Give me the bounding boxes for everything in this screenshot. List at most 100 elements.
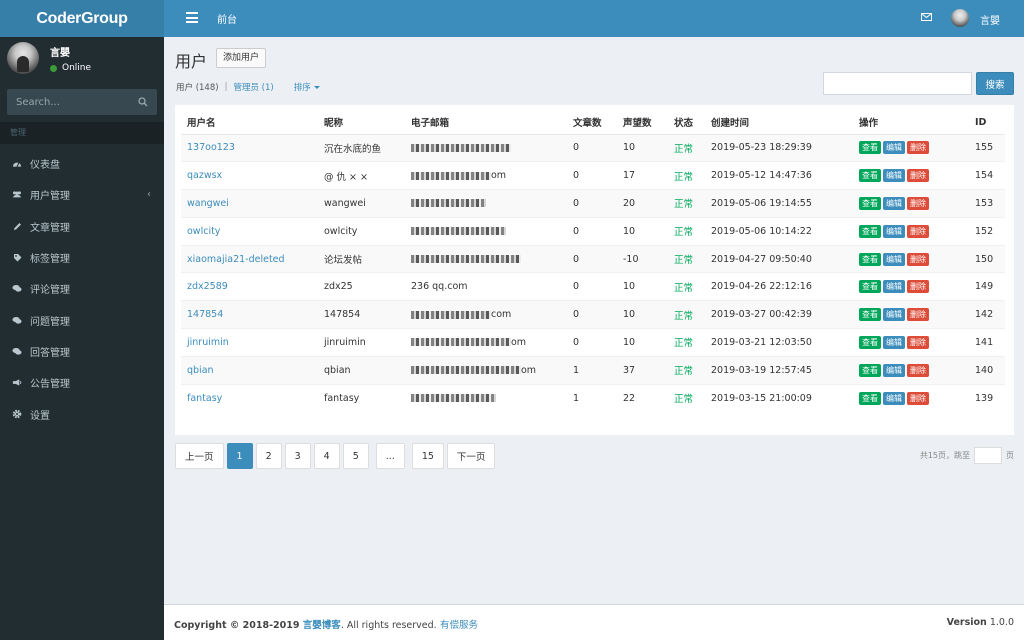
page-2-button[interactable]: 2 (255, 443, 282, 469)
sidebar-item-tags[interactable]: 标签管理 (0, 242, 164, 273)
page-4-button[interactable]: 4 (313, 443, 340, 469)
prev-page-button[interactable]: 上一页 (175, 443, 224, 469)
username-link[interactable]: zdx2589 (187, 281, 228, 292)
created-cell: 2019-05-23 18:29:39 (705, 133, 853, 162)
page-jump-input[interactable] (974, 447, 1002, 464)
view-button[interactable]: 查看 (859, 363, 881, 377)
filter-admins[interactable]: 管理员 (1) (233, 81, 273, 93)
sidebar-search-input[interactable] (7, 96, 132, 108)
articles-cell: 0 (567, 216, 617, 246)
edit-button[interactable]: 编辑 (883, 335, 905, 349)
username-link[interactable]: fantasy (187, 393, 222, 404)
search-icon[interactable] (132, 89, 154, 115)
view-button[interactable]: 查看 (859, 308, 881, 322)
sidebar-item-settings[interactable]: 设置 (0, 398, 164, 429)
username-link[interactable]: owlcity (187, 226, 220, 237)
view-button[interactable]: 查看 (859, 335, 881, 349)
table-row: 137oo123 沉在水底的鱼 0 10 正常 2019-05-23 18:29:39 查看… (181, 133, 1005, 162)
column-header: 文章数 (567, 111, 617, 135)
username-cell: owlcity (181, 216, 318, 246)
sidebar-item-users[interactable]: 用户管理 ‹ (0, 179, 164, 210)
users-icon (12, 190, 22, 200)
site-link[interactable]: 言嬰博客 (303, 620, 341, 631)
delete-button[interactable]: 删除 (907, 196, 929, 210)
status-cell: 正常 (668, 300, 705, 329)
username-cell: jinruimin (181, 328, 318, 357)
username-link[interactable]: qbian (187, 365, 214, 376)
delete-button[interactable]: 删除 (907, 169, 929, 183)
user-search-input[interactable] (823, 72, 972, 95)
view-button[interactable]: 查看 (859, 280, 881, 294)
username-link[interactable]: 137oo123 (187, 142, 235, 153)
sidebar-item-questions[interactable]: 问题管理 (0, 304, 164, 335)
view-button[interactable]: 查看 (859, 391, 881, 405)
delete-button[interactable]: 删除 (907, 335, 929, 349)
search-button[interactable]: 搜索 (976, 72, 1014, 95)
username-link[interactable]: jinruimin (187, 337, 229, 348)
view-button[interactable]: 查看 (859, 141, 881, 155)
edit-button[interactable]: 编辑 (883, 196, 905, 210)
username-link[interactable]: 147854 (187, 309, 223, 320)
next-page-button[interactable]: 下一页 (446, 443, 496, 469)
tag-icon (12, 253, 22, 263)
nickname-cell: zdx25 (318, 272, 405, 301)
view-button[interactable]: 查看 (859, 252, 881, 266)
username-link[interactable]: wangwei (187, 198, 229, 209)
edit-button[interactable]: 编辑 (883, 224, 905, 238)
status-cell: 正常 (668, 244, 705, 273)
id-cell: 154 (969, 161, 1005, 190)
comments-icon (12, 284, 22, 294)
sidebar-item-articles[interactable]: 文章管理 (0, 211, 164, 242)
user-table-box: 用户名 昵称 电子邮箱 文章数 声望数 状态 创建时间 操作 ID 137oo123 沉在水底的鱼… (175, 105, 1014, 435)
edit-button[interactable]: 编辑 (883, 363, 905, 377)
view-button[interactable]: 查看 (859, 196, 881, 210)
sort-dropdown[interactable]: 排序 (294, 81, 320, 93)
edit-button[interactable]: 编辑 (883, 308, 905, 322)
delete-button[interactable]: 删除 (907, 252, 929, 266)
copyright-text: Copyright © 2018-2019 (174, 620, 300, 631)
column-header: 声望数 (617, 111, 668, 135)
delete-button[interactable]: 删除 (907, 308, 929, 322)
view-button[interactable]: 查看 (859, 169, 881, 183)
sidebar-item-announcements[interactable]: 公告管理 (0, 367, 164, 398)
edit-button[interactable]: 编辑 (883, 141, 905, 155)
topbar-user-name[interactable]: 言嬰 (980, 12, 1000, 27)
delete-button[interactable]: 删除 (907, 141, 929, 155)
sidebar-item-dashboard[interactable]: 仪表盘 (0, 148, 164, 179)
edit-button[interactable]: 编辑 (883, 252, 905, 266)
delete-button[interactable]: 删除 (907, 224, 929, 238)
sidebar-item-answers[interactable]: 回答管理 (0, 336, 164, 367)
app-logo[interactable]: CoderGroup (0, 0, 164, 37)
edit-button[interactable]: 编辑 (883, 280, 905, 294)
delete-button[interactable]: 删除 (907, 363, 929, 377)
email-redacted (411, 171, 491, 180)
username-link[interactable]: qazwsx (187, 170, 222, 181)
sidebar-item-comments[interactable]: 评论管理 (0, 273, 164, 304)
add-user-button[interactable]: 添加用户 (216, 48, 267, 68)
page-last-button[interactable]: 15 (411, 443, 444, 469)
edit-button[interactable]: 编辑 (883, 169, 905, 183)
view-button[interactable]: 查看 (859, 224, 881, 238)
page-5-button[interactable]: 5 (342, 443, 369, 469)
delete-button[interactable]: 删除 (907, 391, 929, 405)
actions-cell: 查看 编辑 删除 (853, 216, 969, 246)
page-1-button[interactable]: 1 (226, 443, 253, 469)
menu-toggle-icon[interactable] (186, 12, 198, 23)
email-text: com (491, 309, 512, 321)
username-link[interactable]: xiaomajia21-deleted (187, 254, 285, 265)
username-cell: zdx2589 (181, 272, 318, 301)
avatar[interactable] (951, 9, 969, 27)
service-link[interactable]: 有偿服务 (440, 620, 478, 631)
email-text: om (511, 336, 527, 348)
filter-all-users[interactable]: 用户 (148) (176, 81, 219, 93)
actions-cell: 查看 编辑 删除 (853, 300, 969, 329)
page-3-button[interactable]: 3 (284, 443, 311, 469)
edit-button[interactable]: 编辑 (883, 391, 905, 405)
topnav-frontend-link[interactable]: 前台 (217, 11, 237, 26)
delete-button[interactable]: 删除 (907, 280, 929, 294)
mail-icon[interactable] (921, 13, 932, 24)
user-status: Online (50, 63, 91, 73)
sidebar-search (7, 89, 157, 115)
articles-cell: 1 (567, 383, 617, 412)
id-cell: 141 (969, 328, 1005, 357)
